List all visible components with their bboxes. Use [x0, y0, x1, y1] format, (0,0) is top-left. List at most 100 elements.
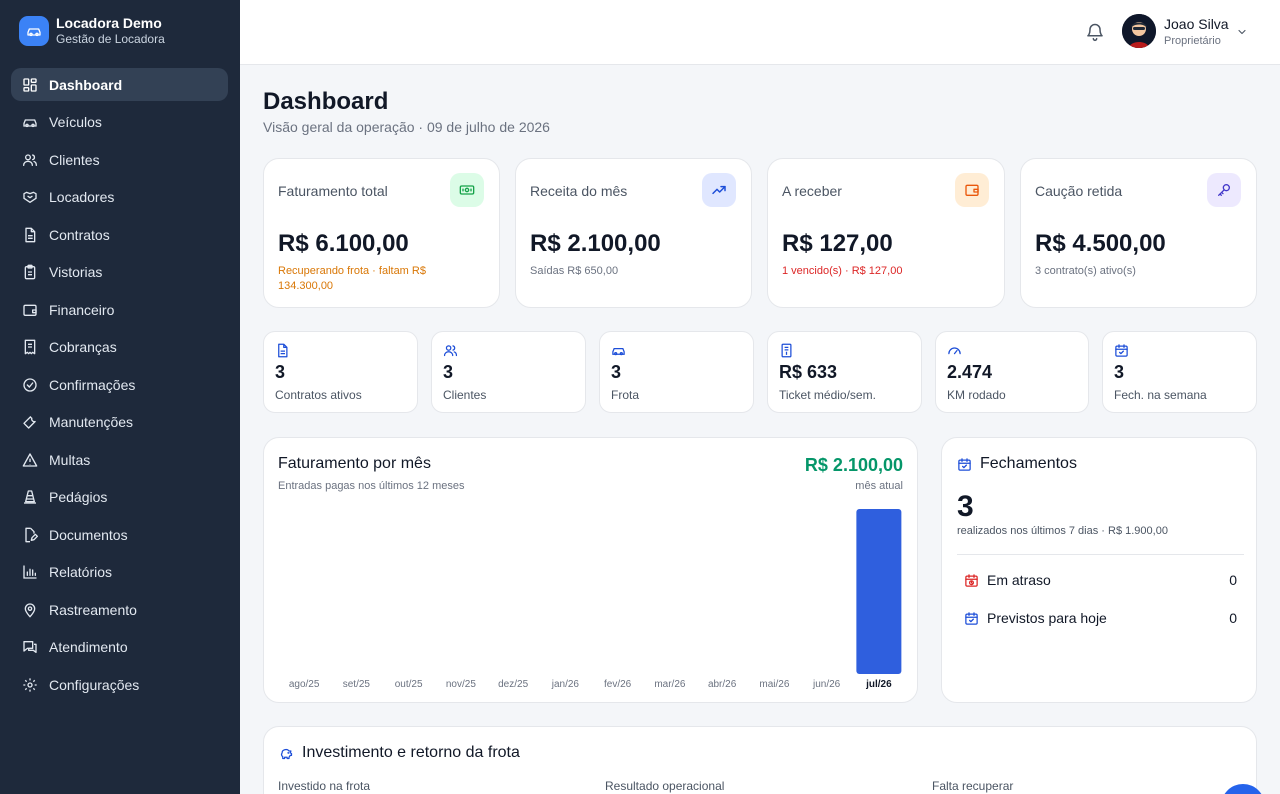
top-bar: Joao Silva Proprietário: [240, 0, 1280, 65]
fechamentos-row-em-atraso[interactable]: Em atraso 0: [964, 572, 1237, 588]
chevron-down-icon[interactable]: [1236, 26, 1248, 38]
chart-x-tick-label: jun/26: [812, 679, 841, 690]
file-text-icon: [25, 227, 36, 242]
clipboard-icon: [24, 264, 36, 280]
gear-icon: [23, 677, 37, 692]
car-logo-icon: [19, 16, 49, 46]
stat-value: 2.474: [947, 362, 993, 382]
wrench-icon: [23, 416, 36, 429]
clock-alert-icon: [965, 573, 978, 587]
car-icon: [612, 348, 625, 356]
sidebar-item-label: Configurações: [49, 676, 140, 693]
sidebar-item-label: Clientes: [49, 151, 100, 168]
chart-x-tick-label: fev/26: [604, 679, 632, 690]
stat-value: 3: [1114, 362, 1125, 382]
dashboard-icon: [23, 77, 37, 92]
sidebar-item-label: Pedágios: [49, 489, 108, 505]
stat-value: 3: [443, 362, 454, 382]
user-name[interactable]: Joao Silva: [1164, 16, 1229, 32]
stat-card-contratos-ativos: 3 Contratos ativos: [263, 331, 418, 413]
car-icon: [23, 119, 37, 128]
stat-label: Contratos ativos: [275, 388, 362, 402]
kpi-card-a-receber: A receber R$ 127,00 1 vencido(s) · R$ 12…: [767, 158, 1005, 308]
kpi-note: 1 vencido(s) · R$ 127,00: [782, 265, 903, 277]
kpi-label: Receita do mês: [530, 183, 628, 199]
sidebar-item-manutencoes[interactable]: Manutenções: [11, 406, 228, 439]
receipt-icon: [24, 339, 36, 355]
investment-panel: Investimento e retorno da frota Investid…: [263, 726, 1257, 794]
bar-chart-icon: [23, 565, 37, 579]
stat-label: KM rodado: [947, 388, 1006, 402]
row-label: Previstos para hoje: [987, 610, 1107, 626]
money-icon: [459, 185, 475, 195]
chart-x-tick-label: out/25: [395, 679, 423, 690]
receipt-icon: [781, 343, 792, 358]
sidebar-item-vistorias[interactable]: Vistorias: [11, 256, 228, 289]
stat-card-clientes: 3 Clientes: [431, 331, 586, 413]
sidebar-item-pedagios[interactable]: Pedágios: [11, 481, 228, 514]
sidebar-item-dashboard[interactable]: Dashboard: [11, 68, 228, 101]
chart-x-tick-label: nov/25: [446, 679, 476, 690]
avatar[interactable]: [1122, 14, 1156, 48]
sidebar-item-clientes[interactable]: Clientes: [11, 143, 228, 176]
sidebar-item-label: Atendimento: [49, 639, 128, 655]
kpi-label: Caução retida: [1035, 183, 1123, 199]
users-icon: [23, 153, 37, 166]
brand-subtitle: Gestão de Locadora: [56, 32, 165, 46]
sidebar-item-multas[interactable]: Multas: [11, 443, 228, 476]
revenue-chart-panel: Faturamento por mês Entradas pagas nos ú…: [263, 437, 918, 703]
bell-icon[interactable]: [1085, 22, 1105, 42]
chart-x-tick-label: mar/26: [654, 679, 686, 690]
sidebar-item-rastreamento[interactable]: Rastreamento: [11, 593, 228, 626]
sidebar-item-label: Cobranças: [49, 339, 117, 355]
stat-value: R$ 633: [779, 362, 838, 382]
kpi-label: Faturamento total: [278, 183, 388, 199]
sidebar-item-label: Locadores: [49, 189, 115, 205]
revenue-bar-chart: ago/25 set/25 out/25 nov/25 dez/25 jan/26 fev/…: [289, 509, 902, 690]
brand[interactable]: Locadora Demo Gestão de Locadora: [19, 15, 165, 47]
wallet-icon: [965, 184, 979, 196]
sidebar-item-relatorios[interactable]: Relatórios: [11, 556, 228, 589]
fechamentos-subtitle: realizados nos últimos 7 dias · R$ 1.900…: [957, 525, 1168, 537]
sidebar-item-cobrancas[interactable]: Cobranças: [11, 331, 228, 364]
kpi-note: 3 contrato(s) ativo(s): [1035, 265, 1136, 277]
gauge-icon: [948, 347, 961, 355]
kpi-value: R$ 127,00: [782, 230, 893, 257]
kpi-card-receita-do-mes: Receita do mês R$ 2.100,00 Saídas R$ 650…: [515, 158, 752, 308]
sidebar-item-documentos[interactable]: Documentos: [11, 518, 228, 551]
file-edit-icon: [25, 527, 38, 542]
page-title: Dashboard: [263, 88, 389, 115]
stat-value: 3: [611, 362, 622, 382]
stat-label: Frota: [611, 388, 640, 402]
fechamentos-title: Fechamentos: [980, 455, 1077, 472]
kpi-value: R$ 4.500,00: [1035, 230, 1166, 257]
chart-x-tick-label: mai/26: [759, 679, 789, 690]
wallet-icon: [23, 304, 37, 316]
sidebar-item-label: Financeiro: [49, 301, 115, 318]
piggy-bank-icon: [280, 748, 293, 759]
sidebar-item-atendimento[interactable]: Atendimento: [11, 631, 228, 664]
chart-x-tick-label: jan/26: [551, 679, 580, 690]
stat-card-fech-na-semana: 3 Fech. na semana: [1102, 331, 1257, 413]
chat-icon: [23, 641, 37, 653]
kpi-label: A receber: [782, 183, 842, 199]
sidebar-item-financeiro[interactable]: Financeiro: [11, 293, 228, 326]
sidebar-item-configuracoes[interactable]: Configurações: [11, 668, 228, 701]
brand-title: Locadora Demo: [56, 15, 162, 31]
kpi-card-caucao-retida: Caução retida R$ 4.500,00 3 contrato(s) …: [1020, 158, 1257, 308]
sidebar-item-veiculos[interactable]: Veículos: [11, 106, 228, 139]
fechamentos-panel: Fechamentos 3 realizados nos últimos 7 d…: [941, 437, 1257, 703]
sidebar-item-locadores[interactable]: Locadores: [11, 181, 228, 214]
chart-bar-jul-26[interactable]: [856, 509, 902, 674]
chart-x-tick-label: set/25: [343, 679, 371, 690]
fechamentos-row-previstos-hoje[interactable]: Previstos para hoje 0: [964, 610, 1237, 626]
stat-card-ticket-medio: R$ 633 Ticket médio/sem.: [767, 331, 922, 413]
calendar-check-icon: [1115, 344, 1128, 357]
investment-col-falta: Falta recuperar: [932, 779, 1014, 793]
sidebar-item-contratos[interactable]: Contratos: [11, 218, 228, 251]
sidebar-nav: Dashboard Veículos Clientes Locadores Co…: [11, 68, 228, 706]
sidebar-item-confirmacoes[interactable]: Confirmações: [11, 368, 228, 401]
stat-label: Clientes: [443, 388, 487, 402]
chart-x-tick-label: dez/25: [498, 679, 528, 690]
key-icon: [1218, 184, 1230, 196]
